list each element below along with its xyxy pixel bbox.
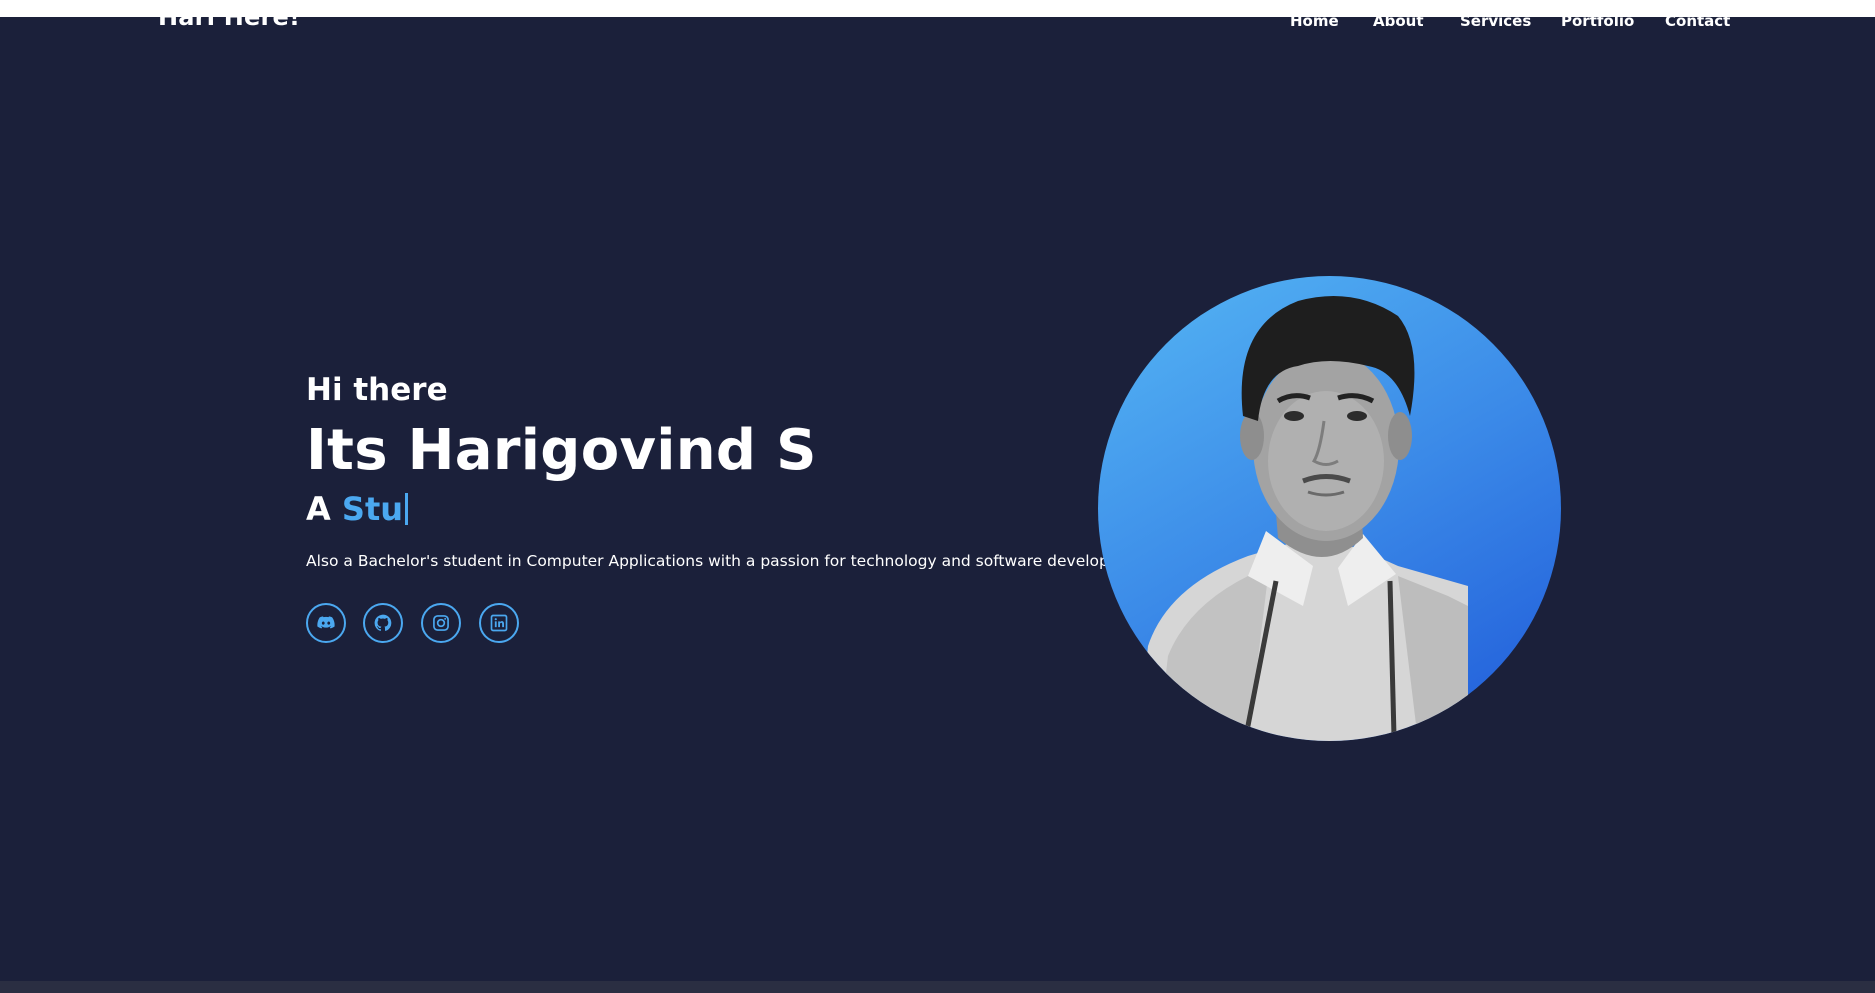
nav-link-services[interactable]: Services xyxy=(1460,12,1531,30)
github-icon xyxy=(374,614,392,631)
profile-portrait-image xyxy=(1138,296,1468,741)
footer-strip xyxy=(0,981,1875,993)
profile-photo xyxy=(1098,276,1561,741)
linkedin-link[interactable] xyxy=(479,603,519,643)
nav-link-home[interactable]: Home xyxy=(1290,12,1339,30)
navbar: Hari Here! Home About Services Portfolio… xyxy=(0,0,1875,40)
linkedin-icon xyxy=(490,614,508,632)
github-link[interactable] xyxy=(363,603,403,643)
nav-link-about[interactable]: About xyxy=(1373,12,1424,30)
role-prefix: A xyxy=(306,490,331,528)
site-logo[interactable]: Hari Here! xyxy=(158,3,300,31)
discord-icon xyxy=(317,616,335,629)
instagram-icon xyxy=(433,615,449,631)
typing-cursor xyxy=(405,493,409,525)
hero-role: A Stu xyxy=(306,490,409,528)
discord-link[interactable] xyxy=(306,603,346,643)
hero-greeting: Hi there xyxy=(306,372,448,408)
instagram-link[interactable] xyxy=(421,603,461,643)
nav-link-contact[interactable]: Contact xyxy=(1665,12,1730,30)
social-links xyxy=(306,603,546,643)
hero-name: Its Harigovind S xyxy=(306,418,817,483)
role-typed-text: Stu xyxy=(341,490,404,528)
nav-link-portfolio[interactable]: Portfolio xyxy=(1561,12,1634,30)
hero-description: Also a Bachelor's student in Computer Ap… xyxy=(306,552,1155,570)
